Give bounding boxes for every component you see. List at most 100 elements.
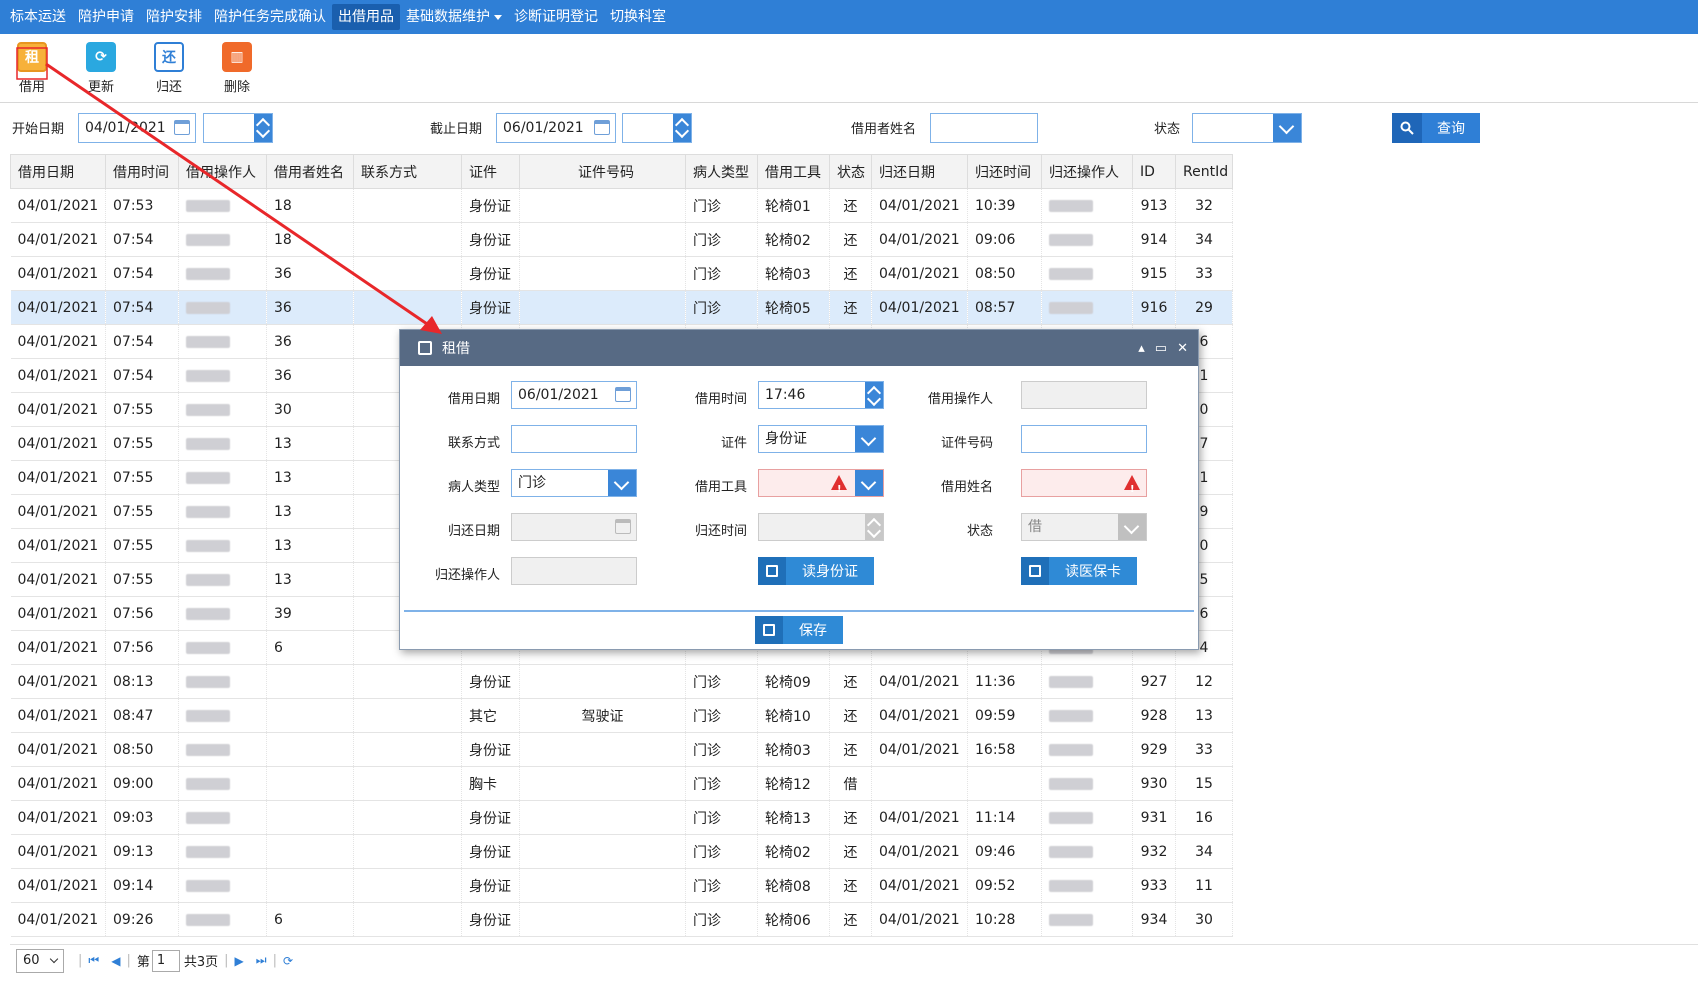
nav-item[interactable]: 陪护任务完成确认 [208,4,332,30]
nav-item[interactable]: 出借用品 [332,4,400,30]
time-spinner[interactable] [254,114,272,142]
cell-text: 胸卡 [469,776,497,793]
table-cell: 08:50 [105,732,179,767]
column-header[interactable]: 借用操作人 [178,154,267,189]
borrow-date-input[interactable]: 06/01/2021 [511,381,637,409]
table-cell: 34 [1175,834,1233,869]
time-spinner[interactable] [673,114,691,142]
table-cell: 09:26 [105,902,179,937]
return-button[interactable]: 还 归还 [141,42,197,95]
page-number-value: 1 [156,952,166,968]
table-row[interactable]: 04/01/2021 09:26 6 身份证 门诊 轮椅06 还 04/01/2021 10:2… [10,902,1233,937]
column-header[interactable]: 借用工具 [757,154,830,189]
column-header[interactable]: RentId [1175,154,1233,189]
redacted-text [1049,811,1093,824]
reload-icon[interactable]: ⟳ [283,954,293,968]
redacted-text [1049,913,1093,926]
nav-item[interactable]: 诊断证明登记 [508,4,604,30]
patient-type-select[interactable]: 门诊 [511,469,637,497]
cert-no-input[interactable] [1021,425,1147,453]
calendar-icon[interactable] [594,120,610,135]
nav-item[interactable]: 陪护申请 [72,4,140,30]
column-header[interactable]: 归还日期 [871,154,968,189]
table-cell [519,222,686,257]
column-header[interactable]: 归还时间 [967,154,1042,189]
maximize-icon[interactable]: ▭ [1155,341,1167,356]
table-row[interactable]: 04/01/2021 09:00 胸卡 门诊 轮椅12 借 930 15 [10,766,1233,801]
next-page-icon[interactable]: ▶ [235,954,244,968]
chevron-down-icon[interactable] [855,470,883,496]
chevron-down-icon[interactable] [608,470,636,496]
save-button[interactable]: 保存 [755,616,843,644]
table-row[interactable]: 04/01/2021 07:53 18 身份证 门诊 轮椅01 还 04/01/2021 10:… [10,188,1233,223]
table-row[interactable]: 04/01/2021 07:54 36 身份证 门诊 轮椅05 还 04/01/2021 08:… [10,290,1233,325]
chevron-down-icon[interactable] [855,426,883,452]
table-cell: 04/01/2021 [871,902,968,937]
nav-item[interactable]: 基础数据维护 [400,4,508,30]
table-row[interactable]: 04/01/2021 08:50 身份证 门诊 轮椅03 还 04/01/2021 16:58… [10,732,1233,767]
table-row[interactable]: 04/01/2021 09:03 身份证 门诊 轮椅13 还 04/01/2021 11:14… [10,800,1233,835]
cell-text: 933 [1140,877,1168,894]
query-button[interactable]: 查询 [1392,113,1480,143]
table-row[interactable]: 04/01/2021 07:54 36 身份证 门诊 轮椅03 还 04/01/2021 08:… [10,256,1233,291]
time-spinner[interactable] [865,382,883,408]
last-page-icon[interactable]: ⏭ [256,953,267,968]
end-date-input[interactable]: 06/01/2021 [496,113,616,143]
table-cell [1041,902,1133,937]
cert-select[interactable]: 身份证 [758,425,884,453]
cell-text: 6 [1199,333,1209,350]
table-row[interactable]: 04/01/2021 07:54 18 身份证 门诊 轮椅02 还 04/01/2021 09:… [10,222,1233,257]
tool-select[interactable] [758,469,884,503]
calendar-icon[interactable] [174,120,190,135]
end-time-input[interactable] [622,113,692,143]
table-row[interactable]: 04/01/2021 08:13 身份证 门诊 轮椅09 还 04/01/2021 11:36… [10,664,1233,699]
column-header[interactable]: 病人类型 [685,154,758,189]
cell-text: 04/01/2021 [17,401,99,418]
prev-page-icon[interactable]: ◀ [111,954,120,968]
column-header[interactable]: 证件 [461,154,520,189]
table-cell: 身份证 [461,800,520,835]
column-header[interactable]: 证件号码 [519,154,686,189]
column-header[interactable]: ID [1132,154,1176,189]
save-icon [755,616,783,644]
read-insurance-card-button[interactable]: 读医保卡 [1021,557,1137,585]
column-header[interactable]: 状态 [829,154,872,189]
start-date-input[interactable]: 04/01/2021 [78,113,196,143]
table-cell: 09:03 [105,800,179,835]
cell-text: 09:00 [113,775,154,792]
nav-item[interactable]: 标本运送 [4,4,72,30]
table-row[interactable]: 04/01/2021 08:47 其它 驾驶证 门诊 轮椅10 还 04/01/2021 09:… [10,698,1233,733]
start-time-input[interactable] [203,113,273,143]
column-header[interactable]: 归还操作人 [1041,154,1133,189]
table-cell: 09:59 [967,698,1042,733]
table-row[interactable]: 04/01/2021 09:13 身份证 门诊 轮椅02 还 04/01/2021 09:46… [10,834,1233,869]
nav-item[interactable]: 陪护安排 [140,4,208,30]
nav-item[interactable]: 切换科室 [604,4,672,30]
page-number-input[interactable]: 1 [151,949,180,972]
column-header[interactable]: 借用日期 [10,154,106,189]
borrow-time-input[interactable]: 17:46 [758,381,884,409]
first-page-icon[interactable]: ⏮ [88,953,99,968]
close-icon[interactable]: ✕ [1177,341,1188,356]
column-header[interactable]: 借用者姓名 [266,154,354,189]
table-row[interactable]: 04/01/2021 09:14 身份证 门诊 轮椅08 还 04/01/2021 09:52… [10,868,1233,903]
borrower-name-input[interactable] [1021,469,1147,503]
contact-input[interactable] [511,425,637,453]
chevron-down-icon[interactable] [1273,114,1301,142]
read-id-card-button[interactable]: 读身份证 [758,557,874,585]
redacted-text [1049,709,1093,722]
cell-text: 04/01/2021 [17,231,99,248]
column-header[interactable]: 借用时间 [105,154,179,189]
borrow-button[interactable]: 租 借用 [4,42,60,95]
delete-button[interactable]: ▥ 删除 [209,42,265,95]
refresh-button[interactable]: ⟳ 更新 [73,42,129,95]
cell-text: 04/01/2021 [17,571,99,588]
page-size-select[interactable]: 60 [16,948,64,973]
cert-value: 身份证 [765,431,807,447]
collapse-icon[interactable]: ▴ [1138,341,1145,356]
cell-text: 还 [843,232,858,249]
column-header[interactable]: 联系方式 [353,154,462,189]
status-select[interactable] [1192,113,1302,143]
borrower-name-input[interactable] [930,113,1038,143]
calendar-icon[interactable] [615,387,631,402]
